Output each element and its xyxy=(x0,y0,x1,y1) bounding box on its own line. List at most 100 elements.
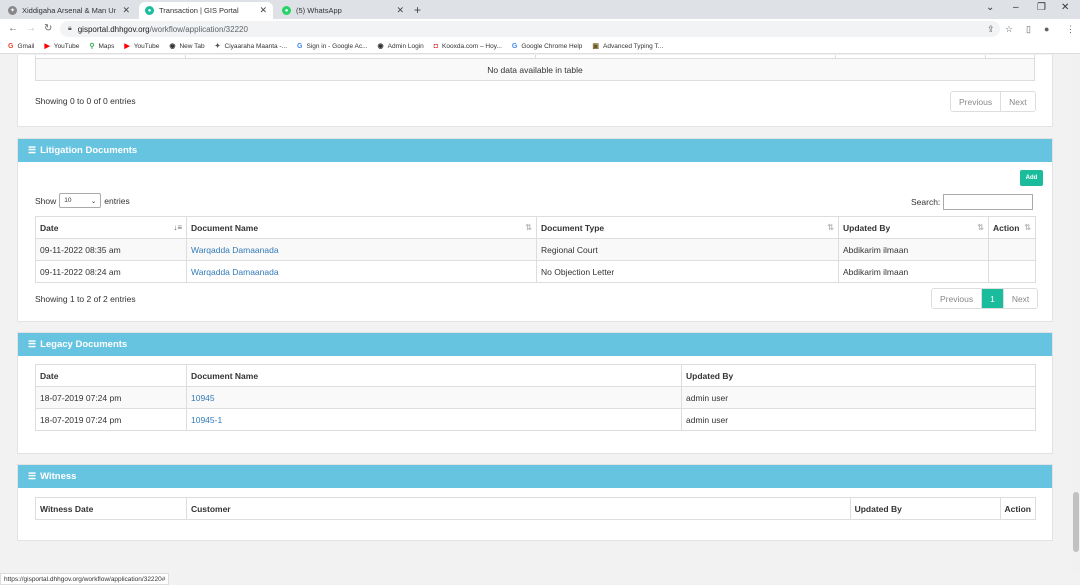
cell-document-name: Warqadda Damaanada xyxy=(186,238,537,261)
column-header[interactable] xyxy=(985,55,1035,59)
profile-icon[interactable]: ● xyxy=(1044,24,1049,34)
column-header[interactable] xyxy=(185,55,536,59)
bookmark-chrome-help[interactable]: G Google Chrome Help xyxy=(512,43,583,50)
add-button[interactable]: Add xyxy=(1020,170,1043,186)
google-icon: G xyxy=(511,42,518,50)
table-header-row: Witness Date Customer Updated By Action xyxy=(35,497,1037,520)
column-header-document-name[interactable]: Document Name ⇅ xyxy=(186,216,537,239)
column-header-customer: Customer xyxy=(185,497,851,520)
bookmark-google-signin[interactable]: G Sign in - Google Ac... xyxy=(297,43,368,50)
table-info: Showing 1 to 2 of 2 entries xyxy=(35,294,136,304)
bookmark-youtube-2[interactable]: ▶ YouTube xyxy=(124,42,159,51)
documents-panel: No data available in table Showing 0 to … xyxy=(17,55,1053,127)
share-icon[interactable]: ⇪ xyxy=(987,24,995,35)
legacy-table: Date Document Name Updated By 18-07-2019… xyxy=(35,364,1036,431)
cell-action xyxy=(988,260,1036,283)
panel-header: ☰ Litigation Documents xyxy=(18,139,1052,162)
panel-header: ☰ Witness xyxy=(18,465,1052,488)
column-header-action: Action xyxy=(999,497,1037,520)
browser-tab[interactable]: ✦ Xiddigaha Arsenal & Man United ✕ xyxy=(2,2,136,19)
site-favicon-icon: ✦ xyxy=(8,6,17,15)
cell-updated-by: admin user xyxy=(681,408,1036,431)
close-tab-icon[interactable]: ✕ xyxy=(396,5,404,16)
bookmarks-bar: G Gmail ▶ YouTube ⚲ Maps ▶ YouTube ◉ New Tab … xyxy=(0,39,1080,54)
column-header-date: Date xyxy=(35,364,187,387)
previous-button[interactable]: Previous xyxy=(951,92,1001,111)
column-header-updated-by: Updated By xyxy=(849,497,1001,520)
back-icon[interactable]: ← xyxy=(8,23,18,34)
document-link[interactable]: Warqadda Damaanada xyxy=(191,245,279,255)
bookmark-typing[interactable]: ▣ Advanced Typing T... xyxy=(592,42,663,51)
column-header-updated-by[interactable]: Updated By ⇅ xyxy=(838,216,989,239)
bookmark-gmail[interactable]: G Gmail xyxy=(8,43,34,50)
bookmark-maps[interactable]: ⚲ Maps xyxy=(89,42,114,51)
bookmark-new-tab[interactable]: ◉ New Tab xyxy=(169,42,204,51)
address-bar[interactable]: 🔒︎ gisportal.dhhgov.org/workflow/applica… xyxy=(60,21,1000,37)
cell-date: 09-11-2022 08:35 am xyxy=(35,238,187,261)
forward-icon[interactable]: → xyxy=(26,23,36,34)
column-header-document-type[interactable]: Document Type ⇅ xyxy=(536,216,839,239)
legacy-documents-panel: ☰ Legacy Documents Date Document Name Up… xyxy=(17,332,1053,454)
side-panel-icon[interactable]: ▯ xyxy=(1026,24,1031,35)
pagination: Previous Next xyxy=(950,91,1036,112)
bookmark-youtube[interactable]: ▶ YouTube xyxy=(44,42,79,51)
panel-title: Legacy Documents xyxy=(40,339,128,350)
close-window-icon[interactable]: ✕ xyxy=(1061,2,1069,13)
browser-toolbar: ← → ↻ 🔒︎ gisportal.dhhgov.org/workflow/a… xyxy=(0,19,1080,39)
column-header[interactable] xyxy=(35,55,186,59)
bookmark-kooxda[interactable]: ◘ Kooxda.com – Hoy... xyxy=(434,43,502,50)
cell-updated-by: admin user xyxy=(681,386,1036,409)
bookmark-admin-login[interactable]: ◉ Admin Login xyxy=(378,42,424,51)
list-icon: ☰ xyxy=(28,471,37,481)
page-1-button[interactable]: 1 xyxy=(981,289,1003,308)
globe-icon: ◉ xyxy=(169,43,176,50)
tab-search-icon[interactable]: ⌄ xyxy=(986,2,994,13)
document-link[interactable]: Warqadda Damaanada xyxy=(191,267,279,277)
column-header-updated-by: Updated By xyxy=(681,364,1036,387)
kooxda-icon: ◘ xyxy=(433,42,439,50)
restore-icon[interactable]: ❐ xyxy=(1037,2,1046,13)
table-row: 09-11-2022 08:35 am Warqadda Damaanada R… xyxy=(35,238,1036,261)
documents-table: No data available in table xyxy=(35,55,1035,81)
column-header[interactable] xyxy=(835,55,986,59)
bookmark-star-icon[interactable]: ☆ xyxy=(1005,24,1013,35)
browser-tab[interactable]: ● (5) WhatsApp ✕ xyxy=(276,2,410,19)
next-button[interactable]: Next xyxy=(1002,289,1038,308)
table-row: 09-11-2022 08:24 am Warqadda Damaanada N… xyxy=(35,260,1036,283)
browser-tab-strip: ✦ Xiddigaha Arsenal & Man United ✕ ● Tra… xyxy=(0,0,1080,19)
column-header[interactable] xyxy=(535,55,836,59)
page-length-control: Show 10 ⌄ entries xyxy=(35,193,130,208)
close-tab-icon[interactable]: ✕ xyxy=(122,5,130,16)
list-icon: ☰ xyxy=(28,339,37,349)
reload-icon[interactable]: ↻ xyxy=(44,23,52,34)
new-tab-icon[interactable]: + xyxy=(414,3,421,17)
browser-tab-active[interactable]: ● Transaction | GIS Portal ✕ xyxy=(139,2,273,19)
page-length-select[interactable]: 10 ⌄ xyxy=(59,193,102,208)
menu-icon[interactable]: ⋮ xyxy=(1066,24,1075,35)
maps-pin-icon: ⚲ xyxy=(89,43,95,50)
column-header-document-name: Document Name xyxy=(186,364,682,387)
search-input[interactable] xyxy=(943,194,1034,210)
cell-date: 18-07-2019 07:24 pm xyxy=(35,408,187,431)
sort-icon: ⇅ xyxy=(1024,223,1031,232)
typing-icon: ▣ xyxy=(592,43,600,50)
cell-updated-by: Abdikarim ilmaan xyxy=(838,238,989,261)
document-link[interactable]: 10945 xyxy=(191,393,215,403)
cell-date: 09-11-2022 08:24 am xyxy=(35,260,187,283)
previous-button[interactable]: Previous xyxy=(932,289,982,308)
status-bar-url: https://gisportal.dhhgov.org/workflow/ap… xyxy=(0,573,170,585)
close-tab-icon[interactable]: ✕ xyxy=(259,5,267,16)
cell-document-name: Warqadda Damaanada xyxy=(186,260,537,283)
column-header-action[interactable]: Action ⇅ xyxy=(988,216,1036,239)
page-content: No data available in table Showing 0 to … xyxy=(0,55,1080,573)
lock-icon: 🔒︎ xyxy=(68,25,72,32)
document-link[interactable]: 10945-1 xyxy=(191,415,222,425)
cell-date: 18-07-2019 07:24 pm xyxy=(35,386,187,409)
scrollbar-thumb[interactable] xyxy=(1073,492,1079,552)
gis-favicon-icon: ● xyxy=(145,6,154,15)
table-header-row: Date ↓≡ Document Name ⇅ Document Type ⇅ Upd… xyxy=(35,216,1036,239)
column-header-date[interactable]: Date ↓≡ xyxy=(35,216,187,239)
bookmark-ciyaaraha[interactable]: ✦ Ciyaaraha Maanta -... xyxy=(215,42,287,51)
minimize-icon[interactable]: – xyxy=(1013,2,1019,13)
next-button[interactable]: Next xyxy=(1000,92,1035,111)
